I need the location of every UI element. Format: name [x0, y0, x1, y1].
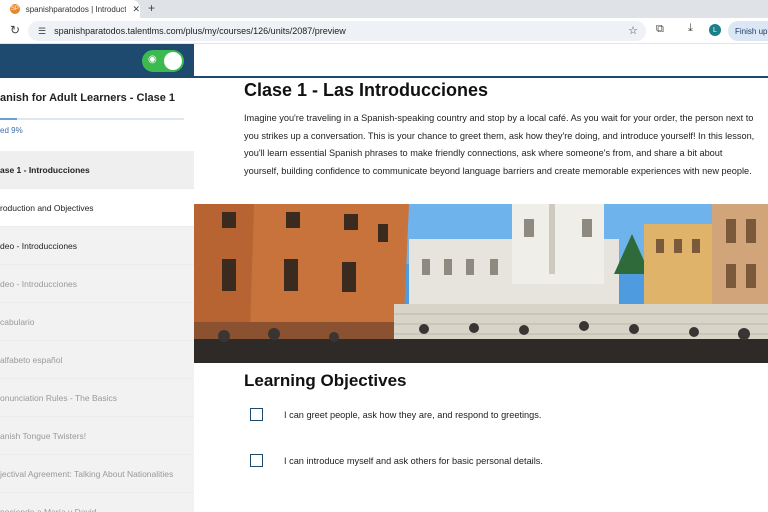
address-toolbar: ↻ ☰ spanishparatodos.talentlms.com/plus/… — [0, 18, 768, 44]
unit-label: jectival Agreement: Talking About Nation… — [0, 468, 174, 479]
eye-icon: ◉ — [148, 54, 157, 65]
unit-label: onunciation Rules - The Basics — [0, 392, 118, 403]
course-header: anish for Adult Learners - Clase 1 ed 9% — [0, 78, 194, 151]
download-icon[interactable]: ⤓ — [688, 22, 693, 35]
unit-label: anish Tongue Twisters! — [0, 430, 87, 441]
url-text: spanishparatodos.talentlms.com/plus/my/c… — [54, 26, 346, 36]
browser-tab[interactable]: SP spanishparatodos | Introducti ✕ — [0, 0, 140, 18]
bookmark-star-icon[interactable]: ☆ — [628, 24, 638, 37]
sidebar-unit-item[interactable]: onunciation Rules - The Basics — [0, 379, 194, 417]
preview-toggle[interactable]: ◉ — [142, 50, 184, 72]
spanish-steps-photo — [194, 204, 768, 363]
unit-label: roduction and Objectives — [0, 202, 94, 213]
hero-image — [194, 204, 768, 363]
progress-bar — [0, 118, 184, 120]
finish-update-button[interactable]: Finish up — [728, 21, 768, 41]
tab-close-icon[interactable]: ✕ — [132, 4, 140, 15]
objective-item[interactable]: I can greet people, ask how they are, an… — [250, 408, 541, 421]
unit-label: deo - Introducciones — [0, 240, 78, 251]
intro-paragraph: Imagine you're traveling in a Spanish-sp… — [244, 113, 755, 176]
url-bar[interactable]: ☰ spanishparatodos.talentlms.com/plus/my… — [28, 21, 646, 41]
unit-label: nociendo a María y David — [0, 506, 97, 512]
objective-text: I can introduce myself and ask others fo… — [284, 455, 543, 466]
new-tab-icon[interactable]: + — [148, 1, 155, 15]
header-divider — [194, 76, 768, 78]
section-header[interactable]: ase 1 - Introducciones — [0, 151, 194, 189]
sidebar-unit-item[interactable]: jectival Agreement: Talking About Nation… — [0, 455, 194, 493]
progress-fill — [0, 118, 17, 120]
sidebar-unit-item[interactable]: roduction and Objectives — [0, 189, 194, 227]
course-title: anish for Adult Learners - Clase 1 — [0, 92, 176, 104]
course-sidebar: ◉ anish for Adult Learners - Clase 1 ed … — [0, 44, 194, 512]
unit-content: Clase 1 - Las Introducciones Imagine you… — [194, 44, 768, 512]
objectives-heading: Learning Objectives — [244, 371, 407, 390]
browser-tab-bar: SP spanishparatodos | Introducti ✕ + — [0, 0, 768, 18]
toggle-knob — [164, 52, 182, 70]
unit-list: ase 1 - Introducciones roduction and Obje… — [0, 151, 194, 512]
objective-text: I can greet people, ask how they are, an… — [284, 409, 542, 420]
sidebar-unit-item[interactable]: deo - Introducciones — [0, 227, 194, 265]
site-settings-icon[interactable]: ☰ — [38, 26, 46, 37]
sidebar-unit-item[interactable]: nociendo a María y David — [0, 493, 194, 512]
sidebar-unit-item[interactable]: cabulario — [0, 303, 194, 341]
tab-title: spanishparatodos | Introducti — [25, 4, 127, 14]
unit-label: alfabeto español — [0, 354, 63, 365]
sidebar-unit-item[interactable]: anish Tongue Twisters! — [0, 417, 194, 455]
sidebar-unit-item[interactable]: alfabeto español — [0, 341, 194, 379]
unit-label: ase 1 - Introducciones — [0, 164, 90, 175]
unit-label: cabulario — [0, 316, 35, 327]
sidebar-header-bar: ◉ — [0, 44, 194, 78]
extensions-icon[interactable]: ⧉ — [656, 23, 664, 36]
reload-icon[interactable]: ↻ — [10, 23, 20, 37]
objective-checkbox[interactable] — [250, 454, 263, 467]
objective-item[interactable]: I can introduce myself and ask others fo… — [250, 454, 543, 467]
profile-avatar[interactable]: L — [709, 24, 721, 36]
site-favicon-icon: SP — [10, 4, 20, 14]
sidebar-unit-item[interactable]: deo - Introducciones — [0, 265, 194, 303]
objective-checkbox[interactable] — [250, 408, 263, 421]
progress-text: ed 9% — [0, 126, 23, 135]
unit-label: deo - Introducciones — [0, 278, 78, 289]
page-title: Clase 1 - Las Introducciones — [244, 80, 489, 100]
